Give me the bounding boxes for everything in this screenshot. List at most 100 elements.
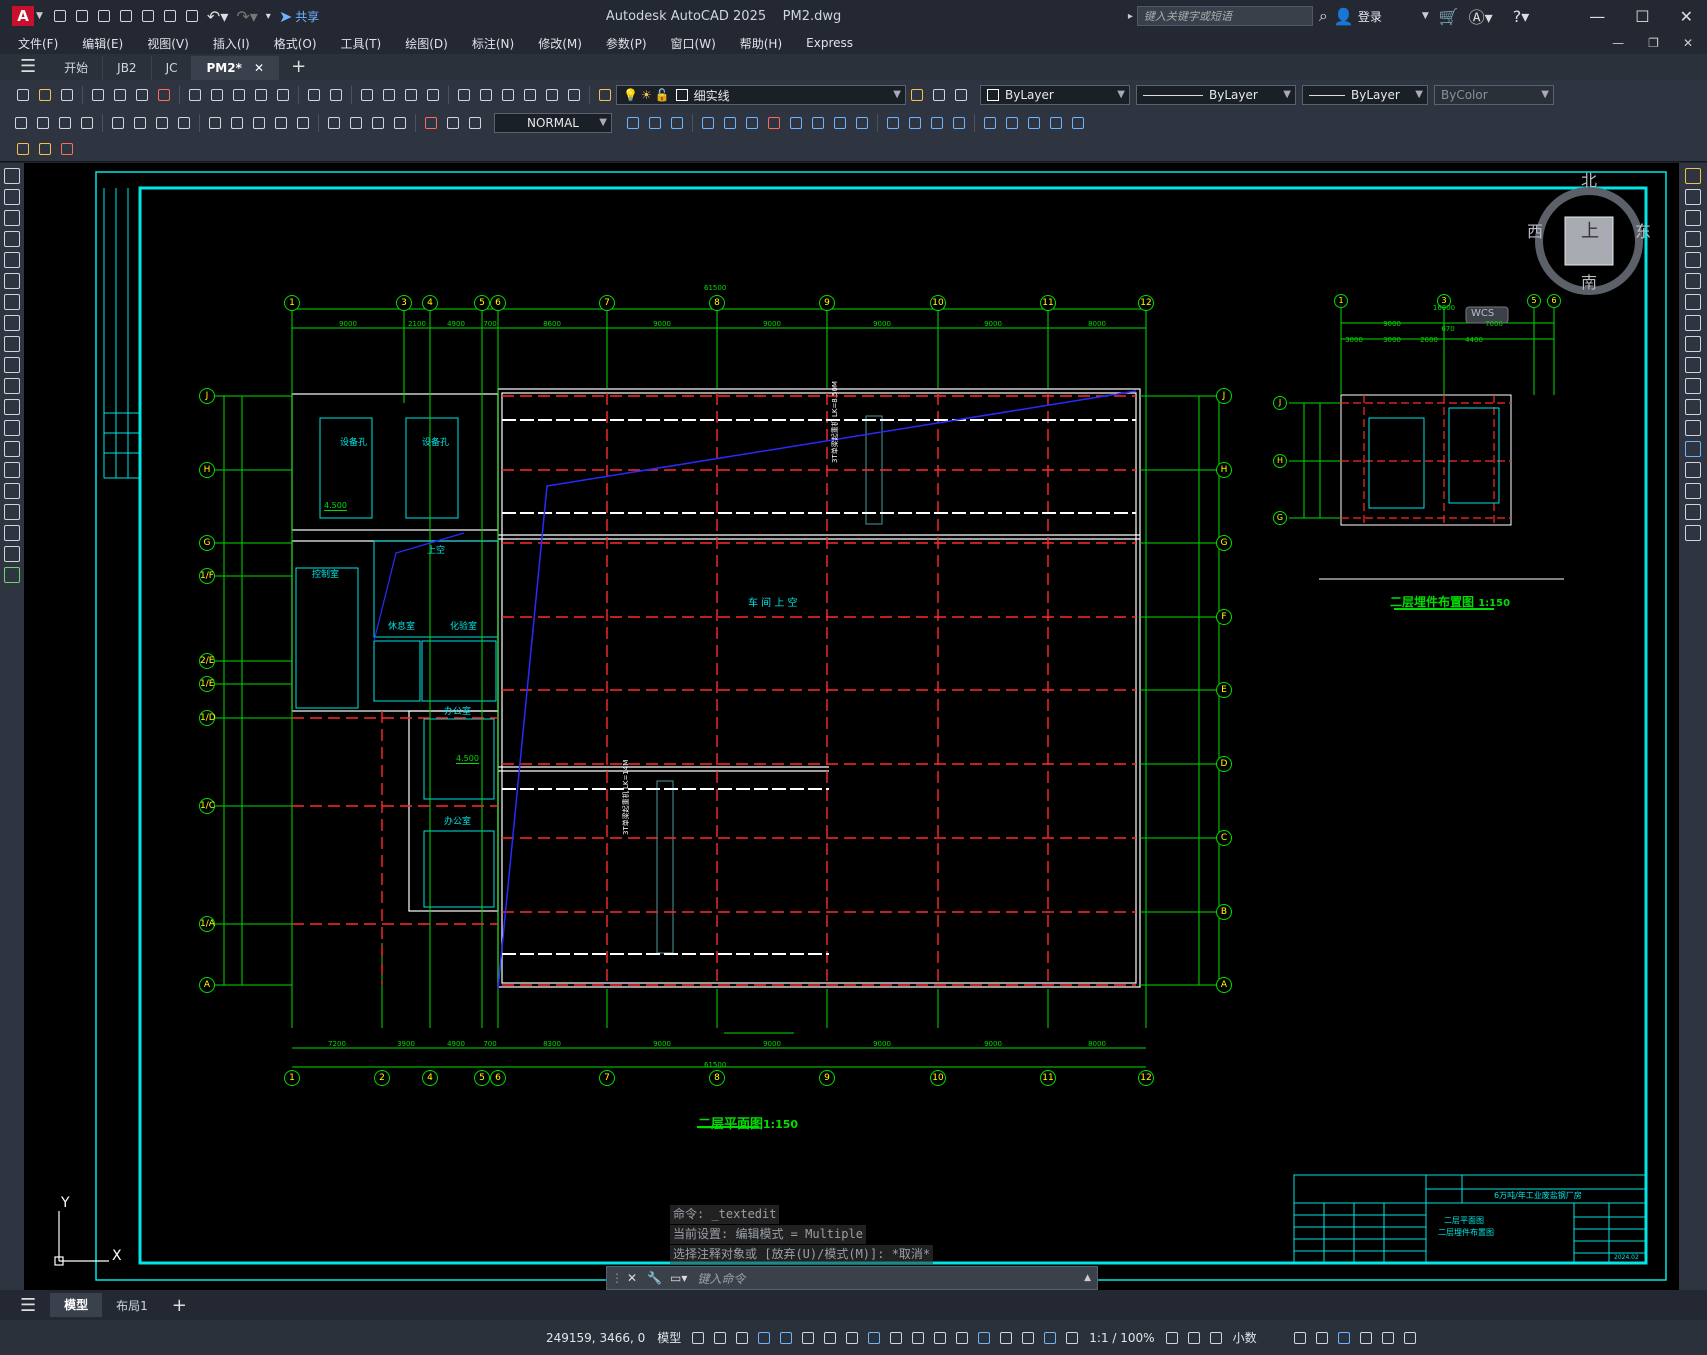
sheet-set-icon[interactable] (521, 86, 539, 104)
dim-radius-icon[interactable] (109, 114, 127, 132)
scale-icon[interactable] (1685, 315, 1701, 331)
dim-angular-icon[interactable] (175, 114, 193, 132)
view-3d-5-icon[interactable] (721, 114, 739, 132)
view-3d-10-icon[interactable] (831, 114, 849, 132)
maximize-window-icon[interactable]: ☐ (1635, 7, 1649, 26)
break-icon[interactable] (1685, 420, 1701, 436)
customize-icon[interactable]: 🔧 (647, 1271, 662, 1285)
annotation-visibility-icon[interactable] (1041, 1329, 1059, 1347)
view-3d-3-icon[interactable] (668, 114, 686, 132)
close-cmdline-icon[interactable]: ✕ (627, 1271, 637, 1285)
doc-restore-icon[interactable]: ❐ (1648, 36, 1659, 50)
polar-tracking-icon[interactable] (799, 1329, 817, 1347)
dynamic-ucs-icon[interactable] (975, 1329, 993, 1347)
user-icon[interactable]: 👤 (1334, 7, 1354, 26)
dim-baseline-icon[interactable] (228, 114, 246, 132)
workspace-switch-icon[interactable] (1163, 1329, 1181, 1347)
annotation-scale[interactable]: 1:1 / 100% (1089, 1331, 1154, 1345)
selection-cycling-icon[interactable] (931, 1329, 949, 1347)
wcs-menu[interactable]: WCS (1471, 308, 1494, 319)
menu-view[interactable]: 视图(V) (135, 35, 201, 52)
revision-cloud-icon[interactable] (4, 315, 20, 331)
blend-curves-icon[interactable] (1685, 504, 1701, 520)
ellipse-icon[interactable] (4, 357, 20, 373)
menu-tools[interactable]: 工具(T) (329, 35, 394, 52)
menu-modify[interactable]: 修改(M) (526, 35, 594, 52)
menu-format[interactable]: 格式(O) (262, 35, 329, 52)
cart-icon[interactable]: 🛒 (1439, 7, 1459, 26)
cmdline-expand-icon[interactable]: ▲ (1084, 1273, 1091, 1283)
view-3d-16-icon[interactable] (981, 114, 999, 132)
menu-dimension[interactable]: 标注(N) (460, 35, 526, 52)
object-snap-tracking-icon[interactable] (843, 1329, 861, 1347)
share-button[interactable]: 共享 (295, 8, 319, 25)
tab-jc[interactable]: JC (152, 56, 193, 80)
undo-tool-icon[interactable] (305, 86, 323, 104)
viewcube-top[interactable]: 上 (1581, 217, 1599, 243)
dim-continue-icon[interactable] (250, 114, 268, 132)
construction-line-icon[interactable] (4, 189, 20, 205)
line-icon[interactable] (4, 168, 20, 184)
paste-icon[interactable] (230, 86, 248, 104)
layer-state-icon[interactable] (952, 86, 970, 104)
properties-icon[interactable] (455, 86, 473, 104)
minimize-window-icon[interactable]: — (1589, 7, 1605, 26)
doc-minimize-icon[interactable]: — (1612, 36, 1624, 50)
polyline-icon[interactable] (4, 210, 20, 226)
plotstyle-dropdown[interactable]: ByColor ▼ (1434, 85, 1554, 105)
help-tool-icon[interactable] (565, 86, 583, 104)
save-web-icon[interactable] (161, 7, 179, 25)
menu-file[interactable]: 文件(F) (6, 35, 70, 52)
search-expand-icon[interactable]: ▸ (1128, 11, 1133, 22)
jogged-linear-icon[interactable] (391, 114, 409, 132)
zoom-realtime-icon[interactable] (380, 86, 398, 104)
view-3d-2-icon[interactable] (646, 114, 664, 132)
drawing-canvas[interactable]: 1 3 4 5 6 7 8 9 10 11 12 1 2 4 5 6 7 8 9 10 11 12 J H G 1/F 2/E 1… (24, 163, 1679, 1290)
break-at-point-icon[interactable] (1685, 399, 1701, 415)
view-3d-18-icon[interactable] (1025, 114, 1043, 132)
menu-edit[interactable]: 编辑(E) (70, 35, 135, 52)
extra-tool-2-icon[interactable] (36, 140, 54, 158)
dim-update-icon[interactable] (466, 114, 484, 132)
view-3d-1-icon[interactable] (624, 114, 642, 132)
open-web-icon[interactable] (139, 7, 157, 25)
dim-arc-icon[interactable] (56, 114, 74, 132)
print-icon[interactable] (89, 86, 107, 104)
units-dropdown[interactable]: 小数 (1233, 1329, 1283, 1346)
design-center-icon[interactable] (477, 86, 495, 104)
clean-screen-icon[interactable] (1379, 1329, 1397, 1347)
gradient-icon[interactable] (4, 483, 20, 499)
polygon-icon[interactable] (4, 231, 20, 247)
selection-filter-icon[interactable] (997, 1329, 1015, 1347)
view-3d-19-icon[interactable] (1047, 114, 1065, 132)
3d-osnap-icon[interactable] (953, 1329, 971, 1347)
new-tab-icon[interactable]: + (279, 56, 318, 79)
block-editor-icon[interactable] (274, 86, 292, 104)
copy-icon[interactable] (208, 86, 226, 104)
open-file-icon[interactable] (36, 86, 54, 104)
layer-previous-icon[interactable] (930, 86, 948, 104)
viewcube-south[interactable]: 南 (1581, 269, 1597, 293)
share-icon[interactable]: ➤ (279, 7, 292, 26)
trim-icon[interactable] (1685, 357, 1701, 373)
dynamic-input-icon[interactable] (755, 1329, 773, 1347)
lock-ui-icon[interactable] (1313, 1329, 1331, 1347)
viewcube-west[interactable]: 西 (1527, 218, 1543, 242)
search-icon[interactable]: ⌕ (1319, 6, 1328, 26)
dimstyle-dropdown[interactable]: NORMAL ▼ (494, 113, 612, 133)
model-space-toggle[interactable]: 模型 (657, 1329, 681, 1346)
hatch-icon[interactable] (4, 462, 20, 478)
save-file-icon[interactable] (58, 86, 76, 104)
tolerance-icon[interactable] (325, 114, 343, 132)
redo-tool-icon[interactable] (327, 86, 345, 104)
view-3d-15-icon[interactable] (950, 114, 968, 132)
pdf-icon[interactable] (155, 86, 173, 104)
dim-jogged-icon[interactable] (131, 114, 149, 132)
ellipse-arc-icon[interactable] (4, 378, 20, 394)
lineweight-dropdown[interactable]: ByLayer ▼ (1302, 85, 1428, 105)
qnew-icon[interactable] (14, 86, 32, 104)
isolate-objects-icon[interactable] (1335, 1329, 1353, 1347)
linetype-dropdown[interactable]: ByLayer ▼ (1136, 85, 1296, 105)
infer-constraints-icon[interactable] (733, 1329, 751, 1347)
recent-commands-icon[interactable]: ▭▾ (670, 1271, 687, 1285)
